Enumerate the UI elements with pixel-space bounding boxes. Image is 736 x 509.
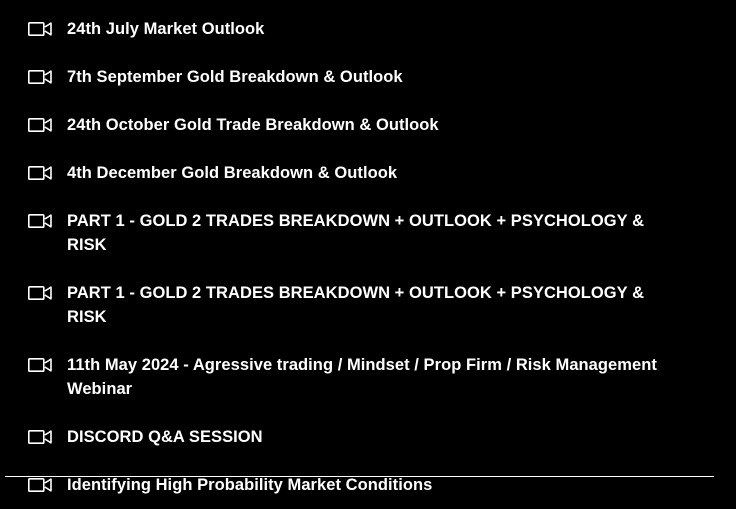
video-camera-icon bbox=[28, 70, 52, 84]
video-camera-icon bbox=[28, 478, 52, 492]
video-camera-icon bbox=[28, 166, 52, 180]
lesson-item[interactable]: 24th October Gold Trade Breakdown & Outl… bbox=[0, 101, 736, 149]
lesson-title: PART 1 - GOLD 2 TRADES BREAKDOWN + OUTLO… bbox=[67, 212, 645, 254]
lesson-item[interactable]: 4th December Gold Breakdown & Outlook bbox=[0, 149, 736, 197]
lesson-title: 24th July Market Outlook bbox=[67, 20, 265, 38]
lesson-item[interactable]: PART 1 - GOLD 2 TRADES BREAKDOWN + OUTLO… bbox=[0, 197, 736, 269]
lesson-title: 7th September Gold Breakdown & Outlook bbox=[67, 68, 403, 86]
lesson-list: 24th July Market Outlook 7th September G… bbox=[0, 5, 736, 509]
video-camera-icon bbox=[28, 22, 52, 36]
lesson-item[interactable]: 24th July Market Outlook bbox=[0, 5, 736, 53]
lesson-title: 11th May 2024 - Agressive trading / Mind… bbox=[67, 356, 657, 398]
lesson-item[interactable]: PART 1 - GOLD 2 TRADES BREAKDOWN + OUTLO… bbox=[0, 269, 736, 341]
divider bbox=[5, 476, 714, 477]
lesson-title: PART 1 - GOLD 2 TRADES BREAKDOWN + OUTLO… bbox=[67, 284, 645, 326]
lesson-title: 4th December Gold Breakdown & Outlook bbox=[67, 164, 398, 182]
video-camera-icon bbox=[28, 214, 52, 228]
lesson-title: DISCORD Q&A SESSION bbox=[67, 428, 263, 446]
lesson-item[interactable]: 7th September Gold Breakdown & Outlook bbox=[0, 53, 736, 101]
lesson-title: 24th October Gold Trade Breakdown & Outl… bbox=[67, 116, 439, 134]
lesson-item[interactable]: DISCORD Q&A SESSION bbox=[0, 413, 736, 461]
lesson-item[interactable]: Identifying High Probability Market Cond… bbox=[0, 461, 736, 509]
lesson-item[interactable]: 11th May 2024 - Agressive trading / Mind… bbox=[0, 341, 736, 413]
video-camera-icon bbox=[28, 430, 52, 444]
video-camera-icon bbox=[28, 286, 52, 300]
video-camera-icon bbox=[28, 118, 52, 132]
video-camera-icon bbox=[28, 358, 52, 372]
